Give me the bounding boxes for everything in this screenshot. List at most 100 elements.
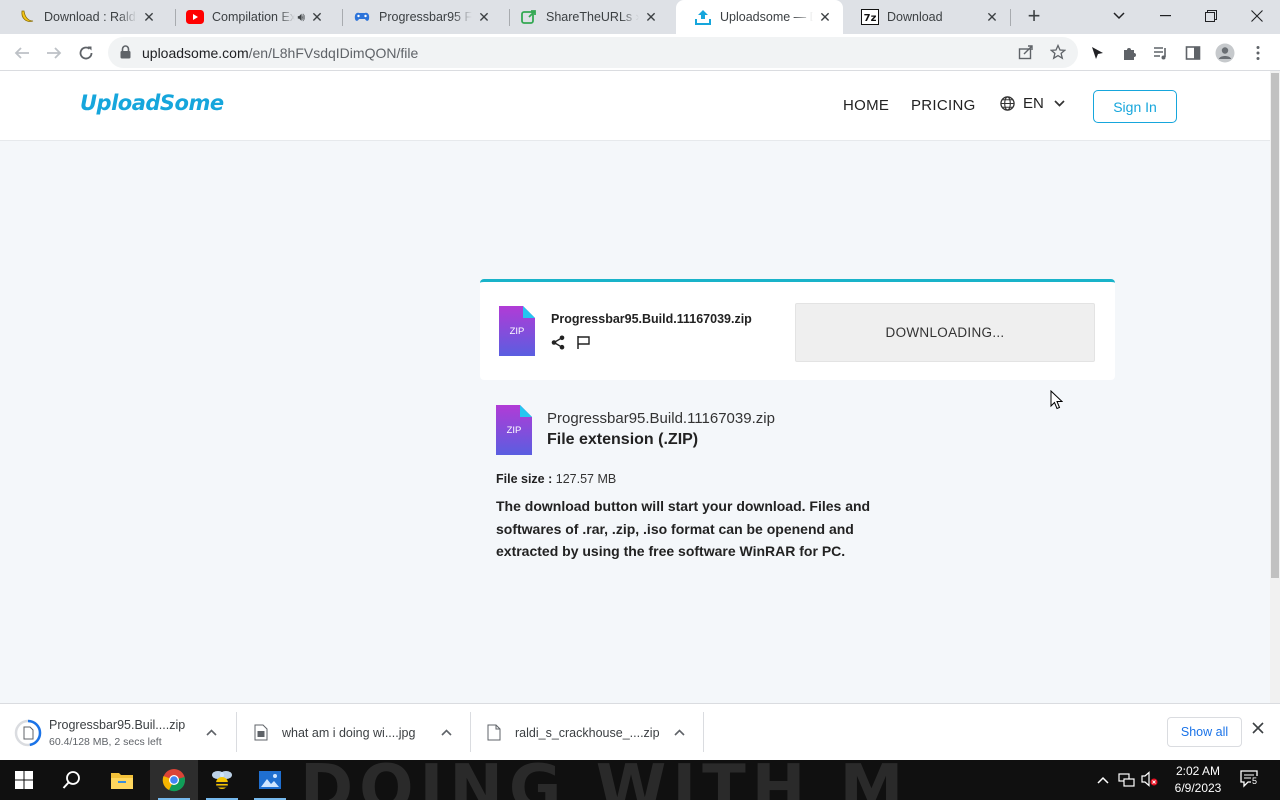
7z-icon: 7z: [861, 8, 879, 26]
lock-icon[interactable]: [120, 45, 131, 64]
upload-icon: [694, 8, 712, 26]
chevron-down-icon: [1054, 100, 1065, 107]
chrome-menu-icon[interactable]: [1245, 40, 1271, 66]
start-button[interactable]: [0, 760, 48, 800]
tab-close-icon[interactable]: ✕: [476, 9, 492, 25]
extension-cursor-icon[interactable]: [1084, 40, 1110, 66]
profile-avatar-icon[interactable]: [1212, 40, 1238, 66]
notification-count: 5: [1251, 776, 1259, 786]
tab-title: Uploadsome — Do: [720, 10, 813, 24]
tab-close-icon[interactable]: ✕: [643, 9, 659, 25]
tab-uploadsome[interactable]: Uploadsome — Do ✕: [676, 0, 843, 34]
tab-strip: Download : Raldi's ✕ Compilation Ex 🔊︎ ✕…: [0, 0, 1280, 34]
tab-sharetheurls[interactable]: ShareTheURLs » UR ✕: [502, 0, 669, 34]
url-host: uploadsome.com: [142, 45, 249, 61]
tab-close-icon[interactable]: ✕: [817, 9, 833, 25]
url-path: /en/L8hFVsdqIDimQON/file: [248, 45, 419, 61]
language-selector[interactable]: EN: [1000, 95, 1065, 112]
wallpaper-text: DOING WITH M: [300, 760, 910, 800]
photos-icon: [259, 771, 281, 789]
tab-close-icon[interactable]: ✕: [141, 9, 157, 25]
search-icon: [62, 771, 80, 789]
report-flag-icon[interactable]: [576, 335, 591, 355]
download-item-jpg[interactable]: what am i doing wi....jpg: [254, 710, 464, 755]
file-icon: [487, 724, 501, 741]
banana-icon: [18, 8, 36, 26]
tab-raldi-download[interactable]: Download : Raldi's ✕: [0, 0, 167, 34]
tab-search-chevron-icon[interactable]: [1096, 0, 1142, 32]
nav-pricing-link[interactable]: PRICING: [911, 97, 976, 114]
tab-close-icon[interactable]: ✕: [984, 9, 1000, 25]
tab-close-icon[interactable]: ✕: [309, 9, 325, 25]
file-info-name: Progressbar95.Build.11167039.zip: [547, 410, 775, 427]
close-window-button[interactable]: [1234, 0, 1280, 32]
browser-toolbar: uploadsome.com/en/L8hFVsdqIDimQON/file: [0, 34, 1280, 71]
share-icon[interactable]: [551, 335, 565, 355]
zip-icon-label: ZIP: [506, 425, 522, 436]
tab-divider: [1010, 9, 1011, 26]
tab-compilation[interactable]: Compilation Ex 🔊︎ ✕: [168, 0, 335, 34]
minimize-button[interactable]: [1142, 0, 1188, 32]
tab-progressbar95[interactable]: Progressbar95 Free ✕: [335, 0, 502, 34]
chevron-up-icon[interactable]: [441, 725, 452, 739]
chevron-up-icon[interactable]: [674, 725, 685, 739]
shelf-divider: [236, 712, 237, 752]
system-clock[interactable]: 2:02 AM 6/9/2023: [1163, 763, 1233, 797]
back-button[interactable]: [9, 40, 35, 66]
windows-taskbar: DOING WITH M 2:02 AM 6/9/2023 5: [0, 760, 1280, 800]
scrollbar-thumb[interactable]: [1271, 73, 1279, 578]
speaker-icon[interactable]: 🔊︎: [297, 10, 305, 25]
tab-title: Download: [887, 10, 943, 24]
share-icon: [520, 8, 538, 26]
new-tab-button[interactable]: +: [1022, 5, 1046, 29]
tab-title: Compilation Ex: [212, 10, 296, 24]
download-button[interactable]: DOWNLOADING...: [795, 303, 1095, 362]
sign-in-button[interactable]: Sign In: [1093, 90, 1177, 123]
tab-title: ShareTheURLs » UR: [546, 10, 639, 24]
page-scrollbar[interactable]: [1270, 71, 1280, 703]
globe-icon: [1000, 96, 1015, 111]
tab-download-7z[interactable]: 7z Download ✕: [843, 0, 1010, 34]
close-shelf-icon[interactable]: [1252, 721, 1264, 739]
download-item-name: Progressbar95.Buil....zip: [49, 717, 186, 732]
file-download-card: ZIP Progressbar95.Build.11167039.zip DOW…: [480, 279, 1115, 380]
reload-button[interactable]: [73, 40, 99, 66]
shelf-divider: [703, 712, 704, 752]
extensions-puzzle-icon[interactable]: [1116, 40, 1142, 66]
download-item-name: raldi_s_crackhouse_....zip: [515, 725, 660, 740]
volume-muted-icon[interactable]: [1141, 771, 1159, 790]
file-size-value: 127.57 MB: [555, 472, 617, 486]
svg-text:7z: 7z: [864, 13, 877, 24]
media-control-icon[interactable]: [1148, 40, 1174, 66]
url-text: uploadsome.com/en/L8hFVsdqIDimQON/file: [142, 45, 418, 61]
bookmark-star-icon[interactable]: [1045, 39, 1071, 65]
chevron-up-icon[interactable]: [206, 725, 217, 739]
zip-file-icon: ZIP: [499, 306, 535, 356]
show-all-downloads-button[interactable]: Show all: [1167, 717, 1242, 747]
chrome-icon: [162, 769, 185, 792]
tab-title: Progressbar95 Free: [379, 10, 472, 24]
file-explorer-button[interactable]: [98, 760, 146, 800]
side-panel-icon[interactable]: [1180, 40, 1206, 66]
tab-title: Download : Raldi's: [44, 10, 137, 24]
download-item-text: Progressbar95.Buil....zip 60.4/128 MB, 2…: [49, 718, 185, 748]
site-logo[interactable]: UploadSome: [80, 91, 224, 115]
share-page-icon[interactable]: [1013, 39, 1039, 65]
download-item-raldi-zip[interactable]: raldi_s_crackhouse_....zip: [487, 710, 697, 755]
address-bar[interactable]: uploadsome.com/en/L8hFVsdqIDimQON/file: [108, 37, 1078, 68]
bee-app-taskbar-button[interactable]: [198, 760, 246, 800]
forward-button[interactable]: [41, 40, 67, 66]
restore-button[interactable]: [1188, 0, 1234, 32]
notification-center-icon[interactable]: 5: [1240, 770, 1260, 791]
download-item-progressbar95[interactable]: Progressbar95.Buil....zip 60.4/128 MB, 2…: [14, 710, 229, 755]
search-button[interactable]: [48, 760, 96, 800]
nav-home-link[interactable]: HOME: [843, 97, 889, 114]
chrome-taskbar-button[interactable]: [150, 760, 198, 800]
folder-icon: [111, 773, 133, 789]
web-page: UploadSome HOME PRICING EN Sign In ZIP P…: [0, 71, 1270, 703]
network-icon[interactable]: [1118, 771, 1136, 790]
clock-time: 2:02 AM: [1175, 764, 1221, 778]
photos-taskbar-button[interactable]: [246, 760, 294, 800]
tray-chevron-up-icon[interactable]: [1097, 772, 1109, 787]
download-description: The download button will start your down…: [496, 498, 871, 559]
